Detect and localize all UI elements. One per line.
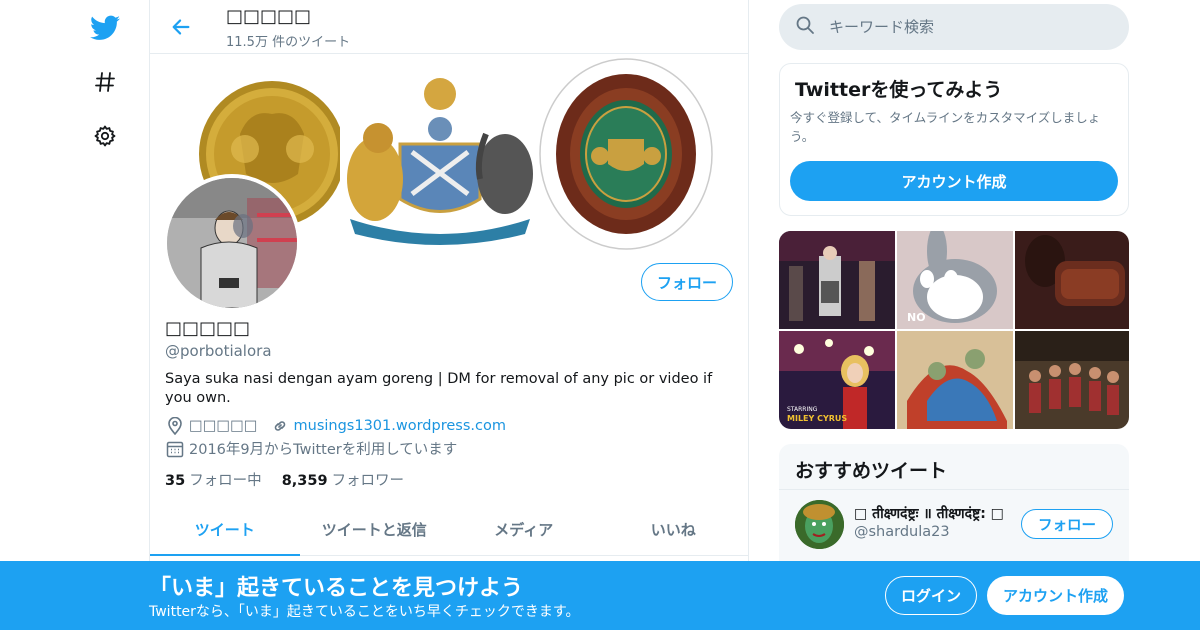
following-stat[interactable]: 35 フォロー中 — [165, 469, 262, 490]
signup-prompt-bar: 「いま」起きていることを見つけよう Twitterなら、「いま」起きていることを… — [0, 561, 1200, 630]
media-thumbnail[interactable] — [1015, 231, 1129, 329]
explore-hashtag-icon[interactable] — [80, 60, 130, 104]
signup-card: Twitterを使ってみよう 今すぐ登録して、タイムラインをカスタマイズしましょ… — [779, 63, 1129, 216]
back-arrow-icon[interactable] — [166, 12, 196, 42]
profile-avatar[interactable] — [163, 174, 301, 312]
left-nav — [80, 0, 130, 630]
twitter-logo-icon[interactable] — [80, 6, 130, 50]
media-thumbnail[interactable]: NO — [897, 231, 1013, 329]
login-button[interactable]: ログイン — [885, 576, 977, 615]
recommended-follow-button[interactable]: フォロー — [1021, 509, 1113, 539]
profile-website-link[interactable]: musings1301.wordpress.com — [294, 418, 506, 434]
search-icon — [795, 15, 815, 39]
profile-header-bar: □□□□□ 11.5万 件のツイート — [150, 0, 748, 54]
media-miley-caption: MILEY CYRUS — [787, 414, 847, 423]
media-thumbnail[interactable]: STARRING MILEY CYRUS — [779, 331, 895, 429]
followers-label: フォロワー — [331, 473, 405, 489]
signup-card-description: 今すぐ登録して、タイムラインをカスタマイズしましょう。 — [790, 110, 1101, 144]
recommended-user-avatar[interactable] — [795, 500, 844, 549]
followers-count: 8,359 — [281, 473, 328, 489]
calendar-icon — [165, 439, 185, 459]
profile-stats: 35 フォロー中 8,359 フォロワー — [165, 469, 404, 490]
link-icon — [270, 416, 290, 436]
followers-stat[interactable]: 8,359 フォロワー — [282, 469, 404, 490]
signup-button[interactable]: アカウント作成 — [987, 576, 1124, 615]
signup-card-title: Twitterを使ってみよう — [795, 79, 1003, 101]
tab-likes[interactable]: いいね — [599, 503, 749, 555]
media-thumbnail[interactable] — [1015, 331, 1129, 429]
profile-display-name: □□□□□ — [165, 318, 251, 339]
recommended-user-name[interactable]: □ तीक्ष्णदंष्ट्रः ॥ तीक्ष्णदंष्ट्र: □ — [854, 504, 1014, 523]
follow-button[interactable]: フォロー — [641, 263, 733, 301]
prompt-subtitle: Twitterなら、「いま」起きていることをいち早くチェックできます。 — [149, 604, 580, 620]
profile-meta-joined: 2016年9月からTwitterを利用しています — [165, 438, 457, 459]
recommended-title: おすすめツイート — [795, 460, 948, 482]
search-input[interactable] — [829, 18, 1109, 36]
header-display-name: □□□□□ — [226, 6, 312, 27]
tab-tweets-and-replies[interactable]: ツイートと返信 — [300, 503, 450, 555]
coat-of-arms-emblem: य तो धर्म स्ततो जय — [340, 64, 535, 254]
tab-tweets[interactable]: ツイート — [150, 503, 300, 556]
profile-handle: @porbotialora — [165, 342, 272, 360]
profile-location: □□□□□ — [189, 418, 258, 434]
profile-tabs: ツイート ツイートと返信 メディア いいね — [150, 503, 748, 556]
divider — [779, 489, 1129, 490]
settings-gear-icon[interactable] — [80, 114, 130, 158]
media-grid: NO STARRING MILEY CYRUS — [779, 231, 1129, 429]
prompt-title: 「いま」起きていることを見つけよう — [149, 576, 524, 601]
create-account-button[interactable]: アカウント作成 — [790, 161, 1118, 201]
tab-media[interactable]: メディア — [449, 503, 599, 555]
location-pin-icon — [165, 416, 185, 436]
oval-crest-emblem — [539, 58, 713, 250]
media-starring-caption: STARRING — [787, 406, 818, 413]
banner-motto-text: य तो धर्म स्ततो जय — [398, 219, 483, 233]
recommended-user-handle: @shardula23 — [854, 524, 950, 540]
media-no-caption: NO — [907, 311, 926, 324]
media-thumbnail[interactable] — [779, 231, 895, 329]
search-box — [779, 4, 1129, 50]
header-tweet-count: 11.5万 件のツイート — [226, 35, 351, 50]
profile-bio: Saya suka nasi dengan ayam goreng | DM f… — [165, 371, 713, 406]
profile-meta-location-website: □□□□□ musings1301.wordpress.com — [165, 416, 506, 436]
profile-column: □□□□□ 11.5万 件のツイート य तो धर्म स्ततो जय フォ… — [149, 0, 749, 630]
media-thumbnail[interactable] — [897, 331, 1013, 429]
profile-joined-date: 2016年9月からTwitterを利用しています — [189, 442, 458, 458]
following-count: 35 — [165, 473, 186, 489]
following-label: フォロー中 — [189, 473, 262, 489]
